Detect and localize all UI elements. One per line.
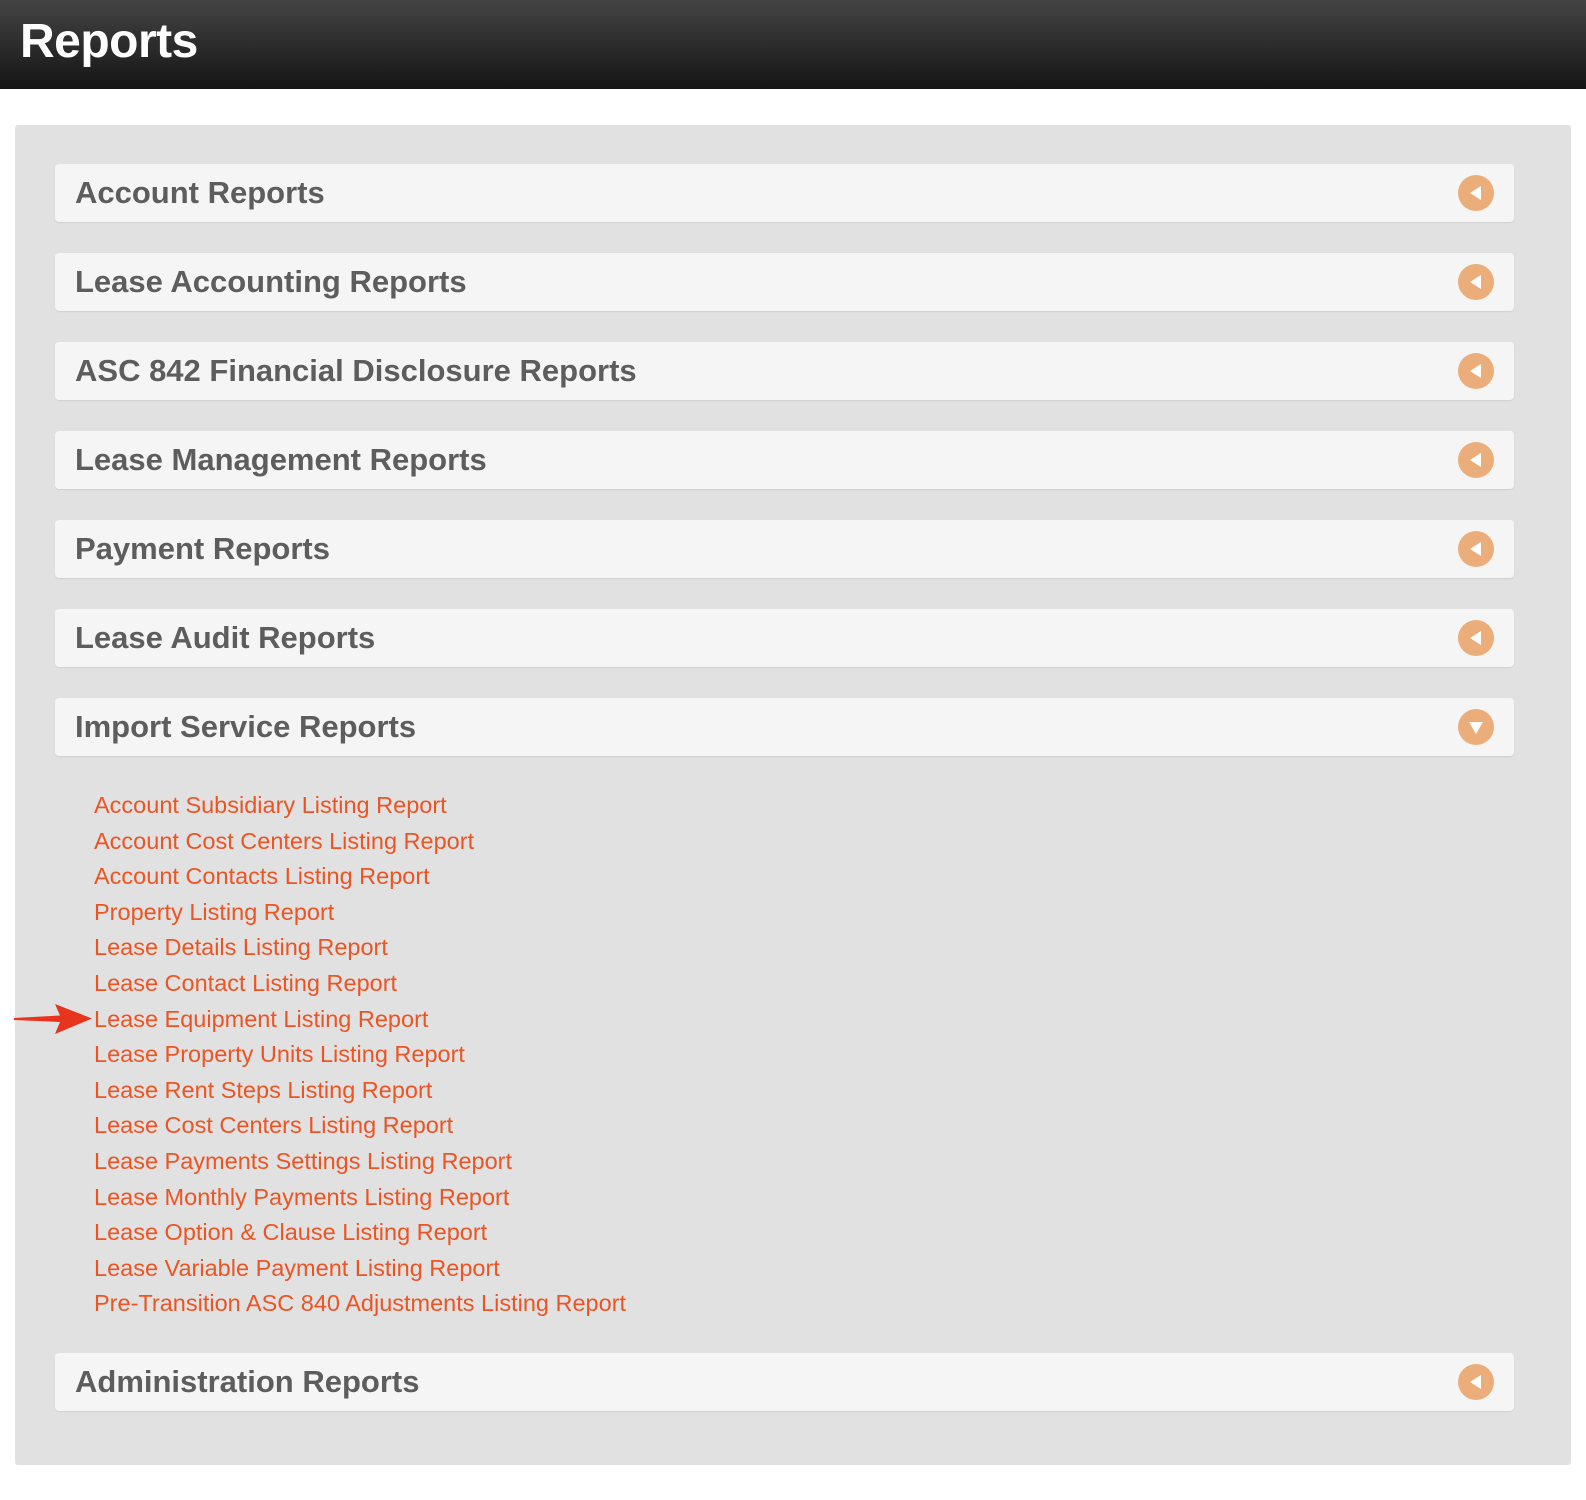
section-payment-reports[interactable]: Payment Reports xyxy=(55,520,1514,578)
section-title: Lease Audit Reports xyxy=(75,620,376,655)
section-title: Import Service Reports xyxy=(75,709,417,744)
report-link-lease-property-units[interactable]: Lease Property Units Listing Report xyxy=(94,1037,626,1073)
section-asc842-financial-disclosure-reports[interactable]: ASC 842 Financial Disclosure Reports xyxy=(55,342,1514,400)
triangle-left-icon[interactable] xyxy=(1458,175,1494,211)
report-link-lease-contact[interactable]: Lease Contact Listing Report xyxy=(94,966,626,1002)
report-link-account-contacts[interactable]: Account Contacts Listing Report xyxy=(94,859,626,895)
triangle-left-icon[interactable] xyxy=(1458,353,1494,389)
red-arrow-icon xyxy=(14,1004,92,1034)
triangle-left-icon[interactable] xyxy=(1458,531,1494,567)
section-title: Administration Reports xyxy=(75,1364,420,1399)
report-link-lease-rent-steps[interactable]: Lease Rent Steps Listing Report xyxy=(94,1073,626,1109)
report-link-account-cost-centers[interactable]: Account Cost Centers Listing Report xyxy=(94,824,626,860)
report-link-lease-equipment[interactable]: Lease Equipment Listing Report xyxy=(94,1002,626,1038)
section-title: Payment Reports xyxy=(75,531,330,566)
report-link-pre-transition-asc840[interactable]: Pre-Transition ASC 840 Adjustments Listi… xyxy=(94,1286,626,1322)
triangle-down-icon[interactable] xyxy=(1458,709,1494,745)
page-header: Reports xyxy=(0,0,1586,89)
report-link-lease-payments-settings[interactable]: Lease Payments Settings Listing Report xyxy=(94,1144,626,1180)
reports-panel: Account Reports Lease Accounting Reports… xyxy=(15,125,1571,1465)
report-link-lease-cost-centers[interactable]: Lease Cost Centers Listing Report xyxy=(94,1108,626,1144)
section-title: Account Reports xyxy=(75,175,325,210)
section-title: ASC 842 Financial Disclosure Reports xyxy=(75,353,637,388)
page-title: Reports xyxy=(20,15,198,68)
triangle-left-icon[interactable] xyxy=(1458,620,1494,656)
section-import-service-reports[interactable]: Import Service Reports xyxy=(55,698,1514,756)
import-service-report-list: Account Subsidiary Listing Report Accoun… xyxy=(94,788,626,1322)
section-title: Lease Management Reports xyxy=(75,442,487,477)
report-link-lease-details[interactable]: Lease Details Listing Report xyxy=(94,930,626,966)
section-title: Lease Accounting Reports xyxy=(75,264,467,299)
triangle-left-icon[interactable] xyxy=(1458,442,1494,478)
section-lease-audit-reports[interactable]: Lease Audit Reports xyxy=(55,609,1514,667)
triangle-left-icon[interactable] xyxy=(1458,264,1494,300)
section-lease-management-reports[interactable]: Lease Management Reports xyxy=(55,431,1514,489)
section-lease-accounting-reports[interactable]: Lease Accounting Reports xyxy=(55,253,1514,311)
triangle-left-icon[interactable] xyxy=(1458,1364,1494,1400)
section-administration-reports[interactable]: Administration Reports xyxy=(55,1353,1514,1411)
report-link-property[interactable]: Property Listing Report xyxy=(94,895,626,931)
report-link-lease-variable-payment[interactable]: Lease Variable Payment Listing Report xyxy=(94,1251,626,1287)
section-account-reports[interactable]: Account Reports xyxy=(55,164,1514,222)
report-link-account-subsidiary[interactable]: Account Subsidiary Listing Report xyxy=(94,788,626,824)
report-link-lease-monthly-payments[interactable]: Lease Monthly Payments Listing Report xyxy=(94,1180,626,1216)
report-link-lease-option-clause[interactable]: Lease Option & Clause Listing Report xyxy=(94,1215,626,1251)
